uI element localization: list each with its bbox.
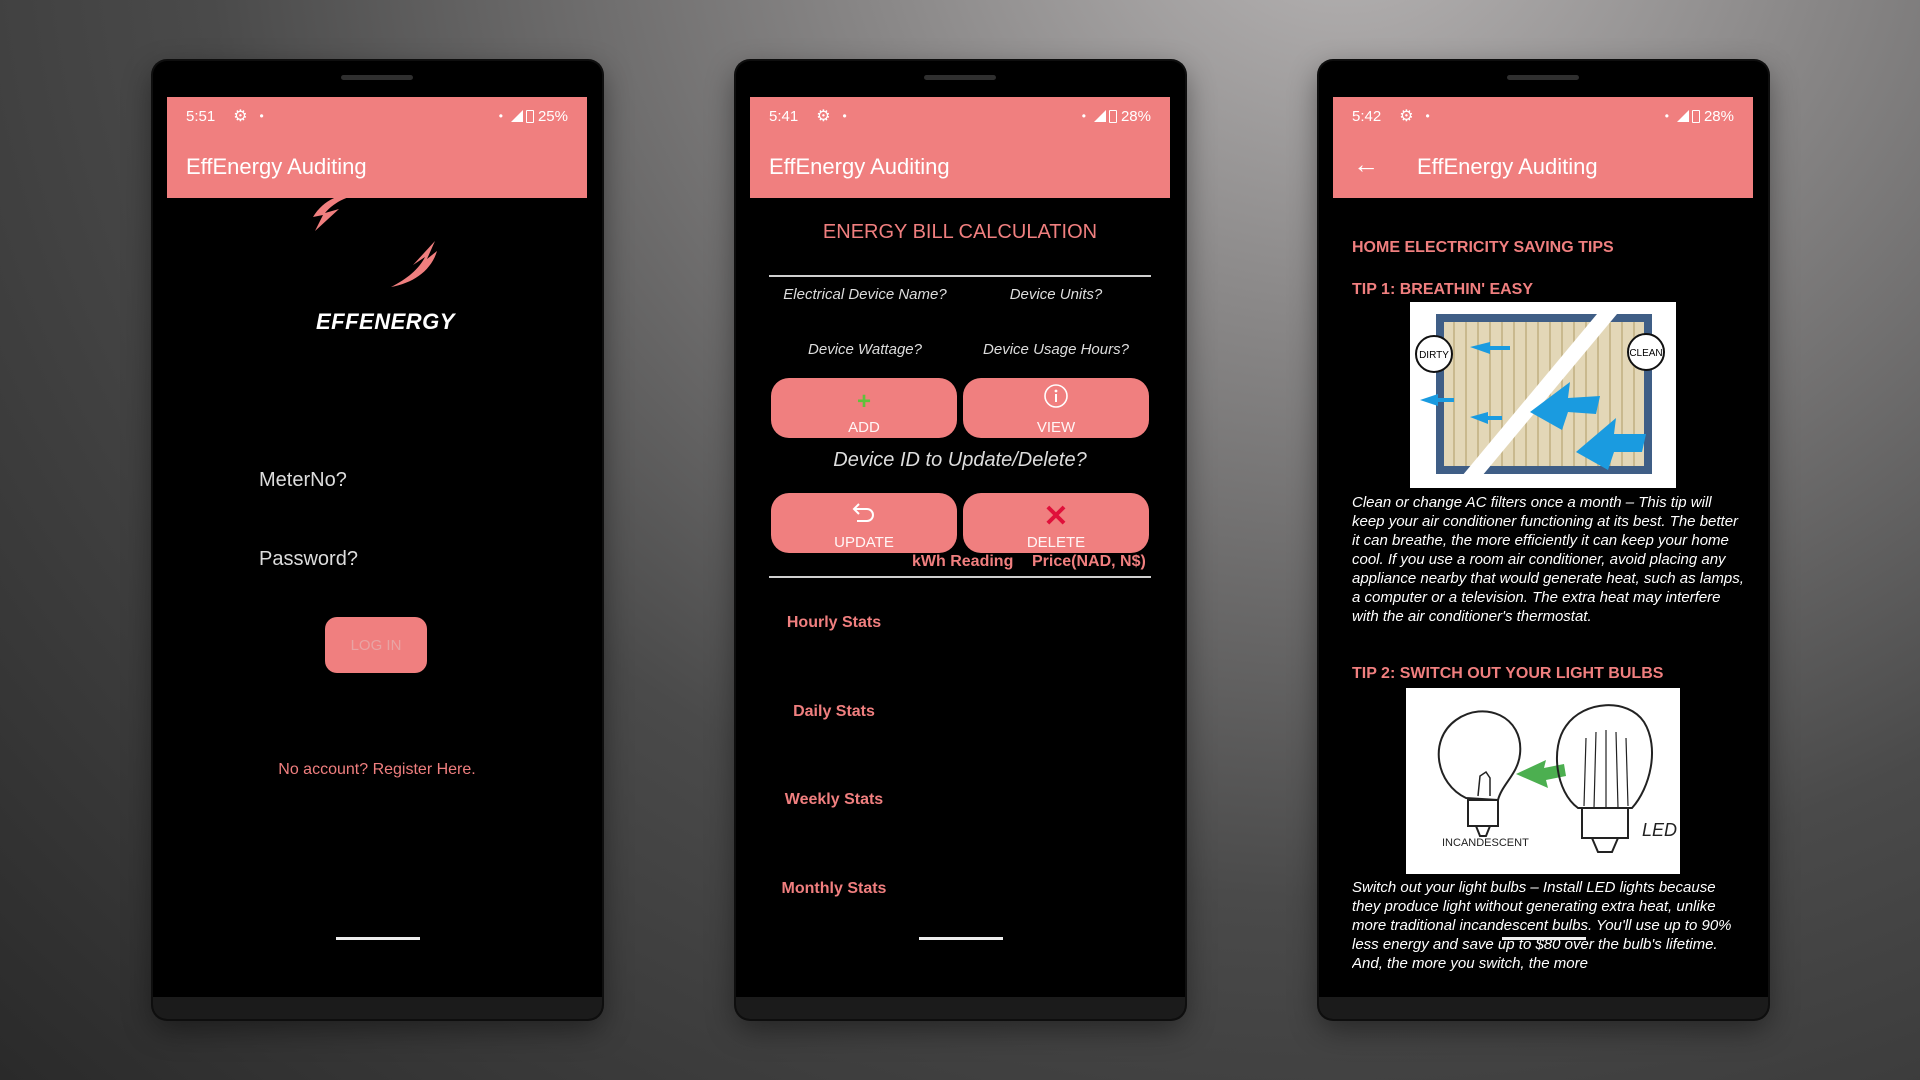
settings-icon: ⚙ xyxy=(1399,108,1414,125)
ac-filter-illustration: DIRTY CLEAN xyxy=(1415,308,1665,488)
notification-dot-icon: • xyxy=(498,109,503,123)
incandescent-label: INCANDESCENT xyxy=(1442,837,1529,849)
update-label: UPDATE xyxy=(834,534,894,551)
signal-icon xyxy=(1676,110,1689,122)
notification-dot-icon: • xyxy=(1081,109,1086,123)
home-indicator[interactable] xyxy=(1502,937,1586,940)
status-bar: 5:41 ⚙ • • 28% xyxy=(769,105,1151,127)
register-link[interactable]: No account? Register Here. xyxy=(167,761,587,779)
daily-stats-label: Daily Stats xyxy=(793,703,875,720)
device-name-input[interactable]: Electrical Device Name? xyxy=(770,286,960,303)
home-indicator[interactable] xyxy=(336,937,420,940)
notification-dot-icon: • xyxy=(1425,109,1430,123)
clean-label: CLEAN xyxy=(1629,348,1662,359)
back-arrow-icon[interactable]: ← xyxy=(1353,149,1379,180)
add-button[interactable]: + ADD xyxy=(771,378,957,438)
add-label: ADD xyxy=(848,419,880,436)
earpiece xyxy=(341,75,413,80)
section-title: ENERGY BILL CALCULATION xyxy=(822,221,1098,243)
app-bar: 5:41 ⚙ • • 28% EffEnergy Auditing xyxy=(750,97,1170,198)
light-bulbs-illustration: INCANDESCENT LED xyxy=(1437,704,1677,853)
divider xyxy=(769,275,1151,277)
light-bulb-image: INCANDESCENT LED xyxy=(1406,688,1680,874)
update-button[interactable]: UPDATE xyxy=(771,493,957,553)
hourly-stats-label: Hourly Stats xyxy=(786,614,882,631)
battery-percent: 28% xyxy=(1703,107,1734,125)
phone-calculation: 5:41 ⚙ • • 28% EffEnergy Auditing ENERGY… xyxy=(736,61,1185,1019)
info-icon xyxy=(1043,383,1069,415)
settings-icon: ⚙ xyxy=(816,108,831,125)
signal-icon xyxy=(510,110,523,122)
ac-filter-image: DIRTY CLEAN xyxy=(1410,302,1676,488)
notification-dot-icon: • xyxy=(842,109,847,123)
battery-percent: 25% xyxy=(537,107,568,125)
battery-icon xyxy=(525,109,534,123)
status-time: 5:51 xyxy=(186,107,216,125)
device-units-input[interactable]: Device Units? xyxy=(961,286,1151,303)
tip1-text: Clean or change AC filters once a month … xyxy=(1352,494,1744,625)
led-label: LED xyxy=(1642,820,1677,840)
dirty-label: DIRTY xyxy=(1419,350,1449,361)
plus-icon: + xyxy=(856,388,871,415)
tips-heading: HOME ELECTRICITY SAVING TIPS xyxy=(1352,239,1614,256)
device-id-input[interactable]: Device ID to Update/Delete? xyxy=(750,449,1170,472)
battery-icon xyxy=(1108,109,1117,123)
undo-icon xyxy=(851,500,877,530)
kwh-column-header: kWh Reading xyxy=(912,553,1014,570)
monthly-stats-label: Monthly Stats xyxy=(781,880,887,897)
app-title: EffEnergy Auditing xyxy=(186,154,367,179)
meter-number-input[interactable]: MeterNo? xyxy=(259,469,347,492)
calculation-screen: 5:41 ⚙ • • 28% EffEnergy Auditing ENERGY… xyxy=(750,97,1170,997)
app-bar: 5:42 ⚙ • • 28% ← EffEnergy Auditing xyxy=(1333,97,1753,198)
tip1-title: TIP 1: BREATHIN' EASY xyxy=(1352,281,1534,298)
settings-icon: ⚙ xyxy=(233,108,248,125)
view-button[interactable]: VIEW xyxy=(963,378,1149,438)
status-time: 5:42 xyxy=(1352,107,1382,125)
tip2-text: Switch out your light bulbs – Install LE… xyxy=(1352,879,1732,972)
divider xyxy=(769,576,1151,578)
home-indicator[interactable] xyxy=(919,937,1003,940)
app-title: EffEnergy Auditing xyxy=(769,154,950,179)
status-bar: 5:42 ⚙ • • 28% xyxy=(1352,105,1734,127)
close-icon: ✕ xyxy=(1043,500,1069,533)
tips-screen: 5:42 ⚙ • • 28% ← EffEnergy Auditing HOME… xyxy=(1333,97,1753,997)
earpiece xyxy=(1507,75,1579,80)
signal-icon xyxy=(1093,110,1106,122)
battery-percent: 28% xyxy=(1120,107,1151,125)
price-column-header: Price(NAD, N$) xyxy=(1032,553,1146,570)
phone-login: 5:51 ⚙ • • 25% EffEnergy Auditing EFFENE… xyxy=(153,61,602,1019)
notification-dot-icon: • xyxy=(1664,109,1669,123)
notification-dot-icon: • xyxy=(259,109,264,123)
device-wattage-input[interactable]: Device Wattage? xyxy=(770,341,960,358)
delete-label: DELETE xyxy=(1026,534,1086,551)
device-hours-input[interactable]: Device Usage Hours? xyxy=(961,341,1151,358)
earpiece xyxy=(924,75,996,80)
login-button[interactable]: LOG IN xyxy=(325,617,427,673)
weekly-stats-label: Weekly Stats xyxy=(784,791,884,808)
tip2-title: TIP 2: SWITCH OUT YOUR LIGHT BULBS xyxy=(1352,665,1664,682)
app-title: EffEnergy Auditing xyxy=(1417,154,1598,179)
effenergy-logo xyxy=(313,192,437,287)
password-input[interactable]: Password? xyxy=(259,548,358,571)
view-label: VIEW xyxy=(1036,419,1076,436)
status-bar: 5:51 ⚙ • • 25% xyxy=(186,105,568,127)
login-screen: 5:51 ⚙ • • 25% EffEnergy Auditing EFFENE… xyxy=(167,97,587,997)
logo-wordmark: EFFENERGY xyxy=(316,309,455,334)
status-time: 5:41 xyxy=(769,107,799,125)
phone-tips: 5:42 ⚙ • • 28% ← EffEnergy Auditing HOME… xyxy=(1319,61,1768,1019)
battery-icon xyxy=(1691,109,1700,123)
delete-button[interactable]: ✕ DELETE xyxy=(963,493,1149,553)
